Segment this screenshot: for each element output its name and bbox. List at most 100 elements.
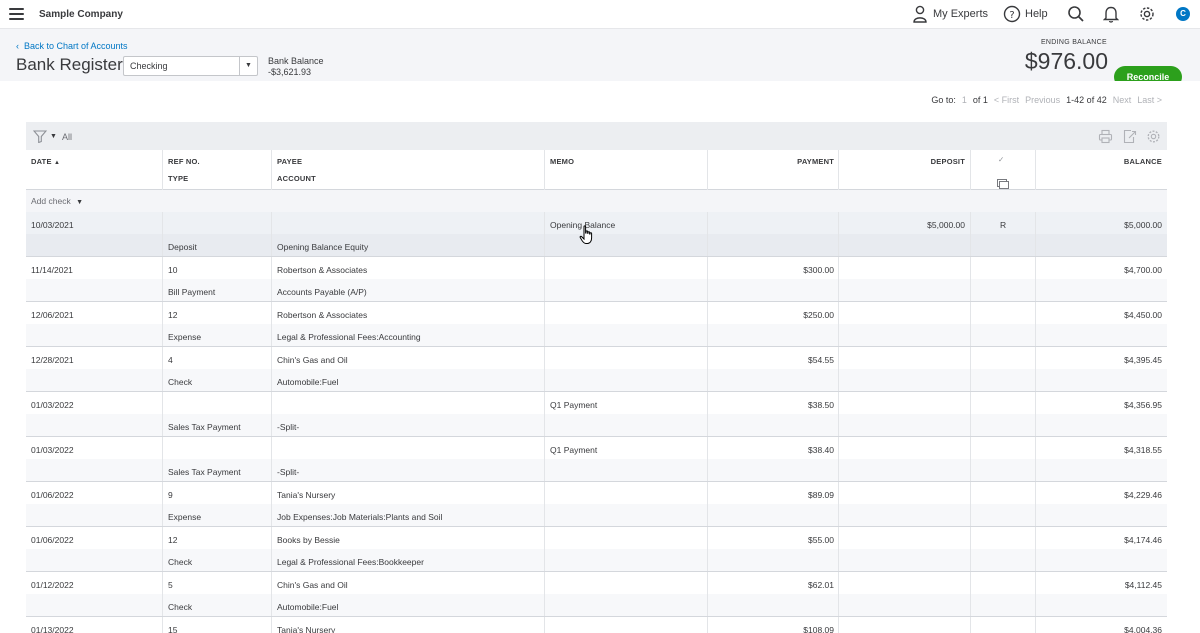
cell-date: 12/28/2021 [31, 355, 74, 365]
payment-column-header[interactable]: PAYMENT [797, 157, 834, 166]
cell-date: 10/03/2021 [31, 220, 74, 230]
table-row[interactable]: 01/03/2022 Sales Tax Payment -Split- Q1 Pay… [26, 392, 1167, 437]
cell-type: Expense [168, 332, 202, 342]
cell-date: 12/06/2021 [31, 310, 74, 320]
last-page-link[interactable]: Last > [1137, 95, 1162, 105]
cell-account: -Split- [277, 467, 300, 477]
table-row[interactable]: 01/06/2022 9 Expense Tania's Nursery Job Exp… [26, 482, 1167, 527]
date-column-header[interactable]: DATE ▲ [31, 157, 60, 166]
ending-balance-label: ENDING BALANCE [1040, 39, 1107, 46]
cell-payment: $54.55 [808, 355, 834, 365]
cell-type: Bill Payment [168, 287, 216, 297]
cell-account: Automobile:Fuel [277, 377, 339, 387]
cell-payment: $300.00 [803, 265, 834, 275]
cell-status: R [1000, 220, 1007, 230]
print-icon[interactable] [1098, 129, 1113, 144]
table-row[interactable]: 01/12/2022 5 Check Chin's Gas and Oil Automo… [26, 572, 1167, 617]
add-check-button[interactable]: Add check ▼ [31, 196, 83, 206]
my-experts-button[interactable]: My Experts [912, 4, 988, 24]
cell-payment: $108.09 [803, 625, 834, 633]
cell-account: -Split- [277, 422, 300, 432]
cell-ref-no: 10 [168, 265, 178, 275]
first-page-link[interactable]: < First [994, 95, 1019, 105]
cell-date: 01/03/2022 [31, 445, 74, 455]
hamburger-menu-icon[interactable] [9, 8, 24, 20]
cell-ref-no: 5 [168, 580, 173, 590]
cell-account: Legal & Professional Fees:Accounting [277, 332, 421, 342]
cell-ref-no: 9 [168, 490, 173, 500]
svg-text:?: ? [1009, 10, 1014, 21]
payee-column-header[interactable]: PAYEE [277, 157, 302, 166]
cell-ref-no: 12 [168, 535, 178, 545]
table-row[interactable]: 11/14/2021 10 Bill Payment Robertson & Asso… [26, 257, 1167, 302]
add-check-label: Add check [31, 196, 71, 206]
table-row[interactable]: 10/03/2021 Deposit Opening Balance Equity O… [26, 212, 1167, 257]
previous-page-link[interactable]: Previous [1025, 95, 1060, 105]
cell-balance: $4,229.46 [1124, 490, 1162, 500]
table-row[interactable]: 01/06/2022 12 Check Books by Bessie Legal & … [26, 527, 1167, 572]
cell-date: 11/14/2021 [31, 265, 73, 275]
cell-type: Sales Tax Payment [168, 467, 241, 477]
cell-account: Legal & Professional Fees:Bookkeeper [277, 557, 424, 567]
column-header: DATE ▲ REF NO. TYPE PAYEE ACCOUNT MEMO P… [26, 150, 1167, 190]
table-row[interactable]: 01/03/2022 Sales Tax Payment -Split- Q1 Pay… [26, 437, 1167, 482]
help-button[interactable]: ? Help [1003, 4, 1048, 24]
cell-type: Expense [168, 512, 202, 522]
cell-balance: $4,318.55 [1124, 445, 1162, 455]
page-count: of 1 [972, 95, 988, 105]
settings-button[interactable] [1138, 4, 1156, 24]
goto-label: Go to: [931, 95, 956, 105]
next-page-link[interactable]: Next [1113, 95, 1132, 105]
cell-date: 01/06/2022 [31, 490, 74, 500]
table-row-subline [26, 234, 1167, 256]
back-link-label: Back to Chart of Accounts [24, 41, 128, 51]
page-number-input[interactable]: 1 [962, 95, 967, 105]
help-icon: ? [1003, 5, 1021, 23]
help-label: Help [1025, 8, 1048, 20]
back-to-chart-of-accounts-link[interactable]: ‹ Back to Chart of Accounts [16, 41, 128, 51]
table-row[interactable]: 01/13/2022 15 Tania's Nursery $108.09 $4,004… [26, 617, 1167, 633]
cell-type: Deposit [168, 242, 197, 252]
user-avatar[interactable]: C [1176, 7, 1190, 21]
person-icon [913, 5, 927, 23]
balance-column-header[interactable]: BALANCE [1124, 157, 1162, 166]
table-row[interactable]: 12/06/2021 12 Expense Robertson & Associate… [26, 302, 1167, 347]
table-row[interactable]: 12/28/2021 4 Check Chin's Gas and Oil Automo… [26, 347, 1167, 392]
cell-type: Check [168, 377, 193, 387]
cell-date: 01/03/2022 [31, 400, 74, 410]
cell-payment: $89.09 [808, 490, 834, 500]
account-select[interactable]: Checking ▼ [123, 56, 258, 76]
cell-balance: $4,700.00 [1124, 265, 1162, 275]
register-panel: Go to: 1 of 1 < First Previous 1-42 of 4… [0, 81, 1200, 633]
hand-pointer-icon [579, 225, 593, 244]
filter-button[interactable]: ▼ All [33, 130, 72, 143]
table-row-subline [26, 369, 1167, 391]
register-rows: 10/03/2021 Deposit Opening Balance Equity O… [26, 212, 1167, 633]
type-column-header[interactable]: TYPE [168, 174, 188, 183]
cell-payment: $62.01 [808, 580, 834, 590]
table-row-subline [26, 549, 1167, 571]
bell-icon [1103, 6, 1119, 23]
cell-payment: $55.00 [808, 535, 834, 545]
ref-no-column-header[interactable]: REF NO. [168, 157, 200, 166]
cell-ref-no: 15 [168, 625, 178, 633]
notifications-button[interactable] [1103, 4, 1119, 24]
export-icon[interactable] [1122, 129, 1137, 144]
cell-ref-no: 12 [168, 310, 178, 320]
gear-icon[interactable] [1146, 129, 1161, 144]
deposit-column-header[interactable]: DEPOSIT [931, 157, 965, 166]
caret-down-icon: ▼ [50, 133, 57, 140]
cell-memo: Q1 Payment [550, 445, 598, 455]
cell-type: Check [168, 557, 193, 567]
my-experts-label: My Experts [933, 8, 989, 20]
search-button[interactable] [1067, 4, 1085, 24]
add-check-row: Add check ▼ [26, 190, 1167, 212]
bank-balance-label: Bank Balance [268, 56, 324, 66]
caret-down-icon[interactable]: ▼ [239, 57, 257, 75]
account-column-header[interactable]: ACCOUNT [277, 174, 316, 183]
chevron-left-icon: ‹ [16, 41, 19, 51]
memo-column-header[interactable]: MEMO [550, 157, 574, 166]
cell-balance: $4,112.45 [1124, 580, 1162, 590]
cell-balance: $5,000.00 [1124, 220, 1162, 230]
account-select-value: Checking [130, 61, 168, 71]
